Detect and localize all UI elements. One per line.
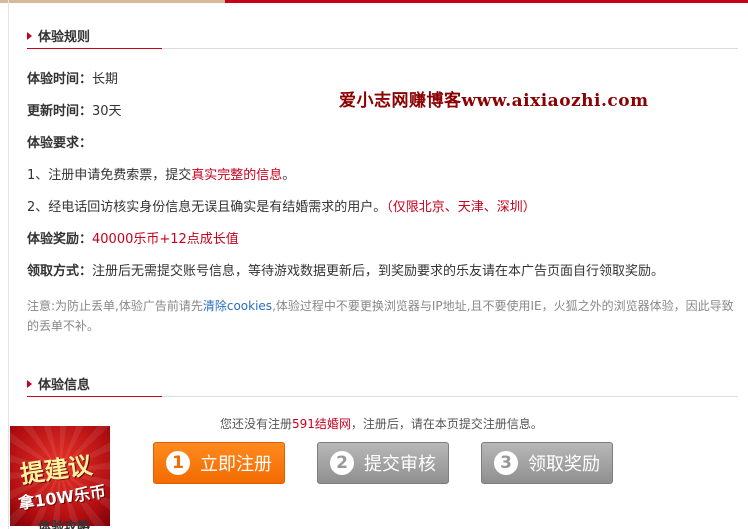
requirements-row: 体验要求： — [27, 132, 92, 151]
info-divider — [162, 396, 738, 397]
top-banner-strip — [0, 0, 748, 3]
info-heading-underline — [27, 396, 163, 397]
requirement-1-highlight: 真实完整的信息 — [191, 168, 283, 183]
note-text: 注意:为防止丢单,体验广告前请先 — [27, 299, 203, 313]
experience-time-row: 体验时间：长期 — [27, 68, 118, 87]
reward-label: 体验奖励： — [27, 232, 93, 247]
left-border — [8, 0, 9, 529]
requirements-label: 体验要求： — [27, 136, 93, 151]
banner-image-edge — [0, 0, 225, 3]
update-time-value: 30天 — [92, 104, 122, 119]
requirement-1-text: 1、注册申请免费索票，提交 — [27, 168, 192, 183]
rules-divider — [162, 48, 738, 49]
step-3-number-icon: 3 — [494, 451, 518, 475]
requirement-1: 1、注册申请免费索票，提交真实完整的信息。 — [27, 164, 295, 183]
register-now-label: 立即注册 — [200, 454, 272, 475]
experience-time-value: 长期 — [92, 72, 119, 87]
step-1-number-icon: 1 — [166, 451, 190, 475]
update-time-row: 更新时间：30天 — [27, 100, 122, 119]
register-tip-text: 您还没有注册 — [220, 417, 293, 431]
claim-reward-label: 领取奖励 — [528, 454, 600, 475]
register-tip: 您还没有注册591结婚网，注册后，请在本页提交注册信息。 — [220, 415, 543, 432]
claim-reward-button[interactable]: 3 领取奖励 — [481, 442, 613, 484]
step-2-number-icon: 2 — [330, 451, 354, 475]
experience-time-label: 体验时间： — [27, 72, 93, 87]
site-link[interactable]: 591结婚网 — [292, 417, 351, 431]
requirement-2: 2、经电话回访核实身份信息无误且确实是有结婚需求的用户。（仅限北京、天津、深圳） — [27, 196, 536, 215]
update-time-label: 更新时间： — [27, 104, 93, 119]
info-heading: 体验信息 — [38, 378, 91, 393]
blog-watermark: 爱小志网赚博客www.aixiaozhi.com — [339, 91, 649, 111]
register-tip-suffix: ，注册后，请在本页提交注册信息。 — [350, 417, 543, 431]
reward-value: 40000乐币+12点成长值 — [92, 232, 239, 247]
reward-row: 体验奖励：40000乐币+12点成长值 — [27, 228, 239, 247]
submit-review-button[interactable]: 2 提交审核 — [317, 442, 449, 484]
claim-row: 领取方式：注册后无需提交账号信息，等待游戏数据更新后，到奖励要求的乐友请在本广告… — [27, 260, 664, 279]
rules-heading-underline — [27, 48, 163, 49]
requirement-1-suffix: 。 — [282, 168, 296, 183]
claim-label: 领取方式： — [27, 264, 93, 279]
submit-review-label: 提交审核 — [364, 454, 436, 475]
warning-note: 注意:为防止丢单,体验广告前请先清除cookies,体验过程中不要更换浏览器与I… — [27, 296, 737, 336]
requirement-2-highlight: （仅限北京、天津、深圳） — [386, 200, 536, 215]
arrow-right-icon — [27, 380, 32, 388]
register-now-button[interactable]: 1 立即注册 — [153, 442, 285, 484]
next-section-header: 体验攻略 — [27, 516, 107, 529]
suggestion-badge[interactable]: 提建议 拿10W乐币 — [10, 426, 110, 526]
arrow-right-icon — [27, 32, 32, 40]
claim-value: 注册后无需提交账号信息，等待游戏数据更新后，到奖励要求的乐友请在本广告页面自行领… — [92, 264, 665, 279]
clear-cookies-link[interactable]: 清除cookies — [203, 299, 272, 313]
next-heading: 体验攻略 — [38, 520, 91, 529]
rules-heading: 体验规则 — [38, 30, 91, 45]
requirement-2-text: 2、经电话回访核实身份信息无误且确实是有结婚需求的用户。 — [27, 200, 387, 215]
